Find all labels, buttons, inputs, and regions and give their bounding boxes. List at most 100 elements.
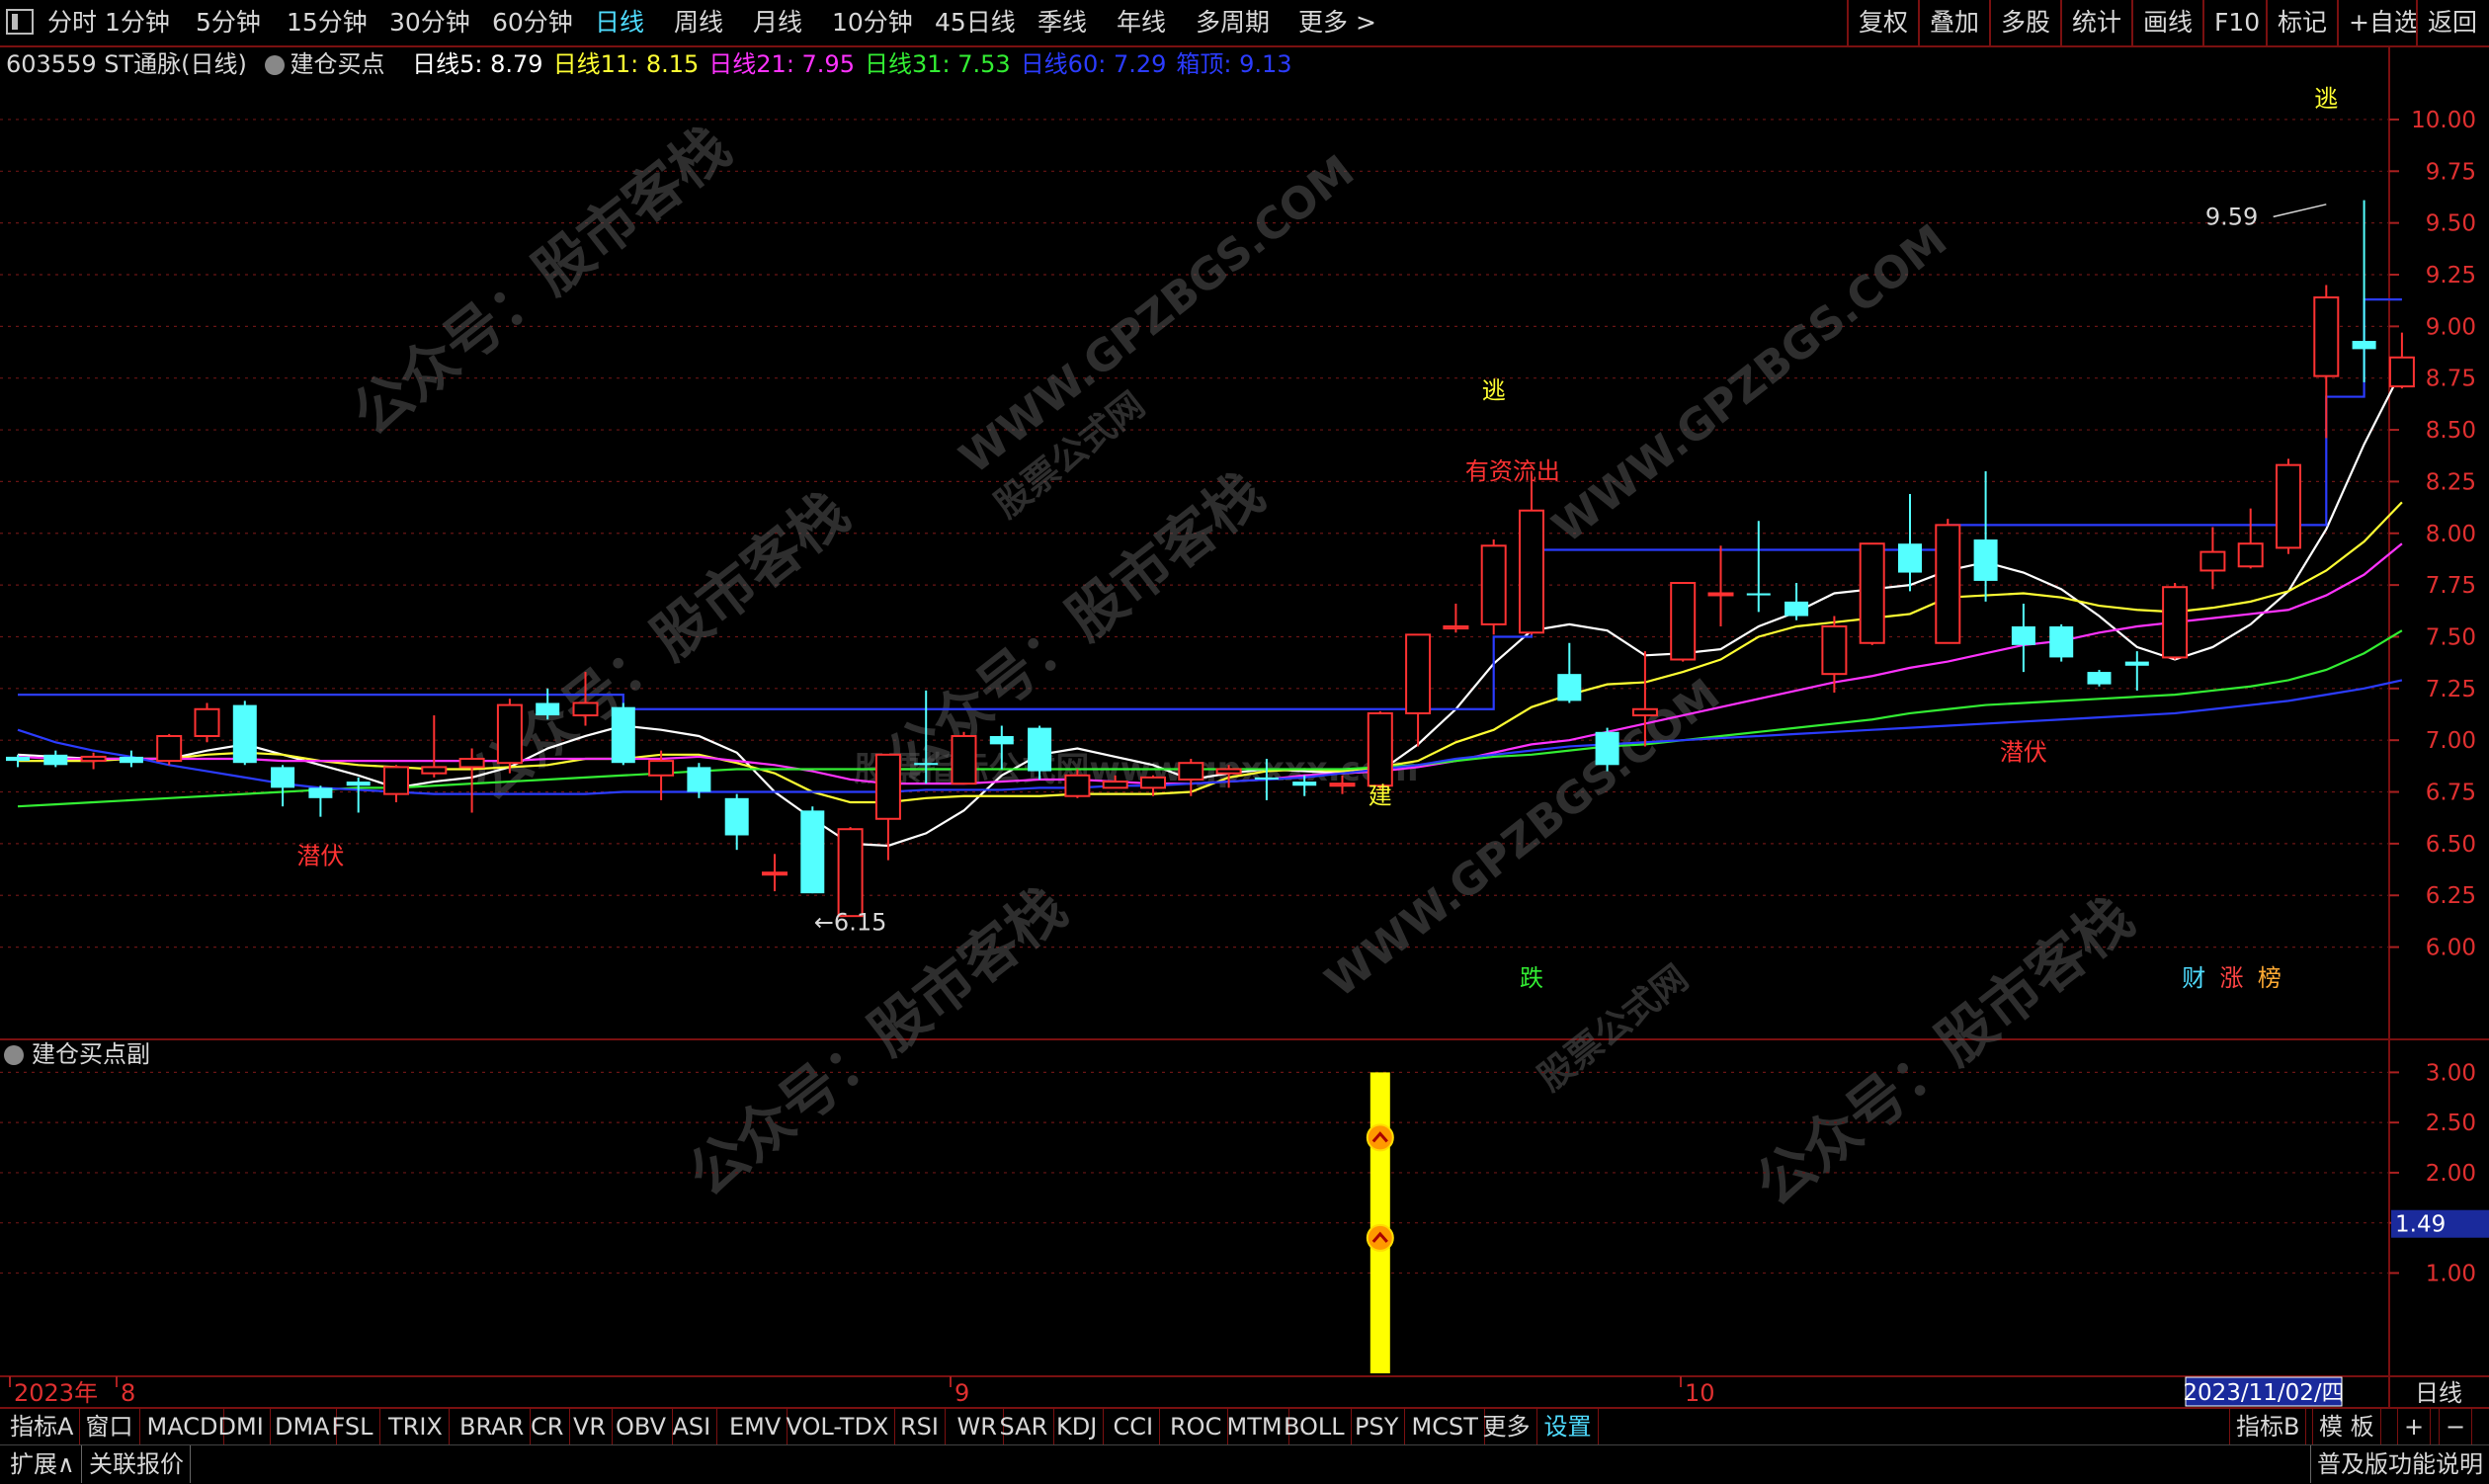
- chart-annotation: 涨: [2220, 964, 2244, 992]
- kline-chart[interactable]: 6.00 6.25 6.50 6.75 7.00 7.25 7.50 7.75 8.00 8.25…: [0, 0, 2489, 1407]
- indicator-tab[interactable]: DMI: [212, 1409, 271, 1444]
- candle-body: [2276, 463, 2301, 549]
- candle-body: [80, 755, 107, 763]
- candle-body: [271, 767, 295, 788]
- chart-annotation: 建: [1369, 783, 1392, 810]
- chart-annotation: 财: [2182, 964, 2205, 992]
- y-tick-label: 2.00: [2426, 1161, 2476, 1187]
- indicator-tab[interactable]: ASI: [667, 1409, 718, 1444]
- candle-body: [2011, 626, 2035, 645]
- y-tick-label: 6.00: [2426, 936, 2476, 961]
- indicator-tab[interactable]: CR: [525, 1409, 571, 1444]
- edition-info[interactable]: 普及版功能说明: [2310, 1445, 2489, 1483]
- candle-body: [572, 701, 599, 717]
- indicator-tab[interactable]: 窗口: [80, 1409, 140, 1444]
- candle-body: [1329, 783, 1356, 787]
- indicator-tab[interactable]: CCI: [1108, 1409, 1161, 1444]
- indicator-tab[interactable]: 设置: [1538, 1409, 1599, 1444]
- period-label: 日线: [2415, 1379, 2462, 1407]
- indicator-right-button[interactable]: 指标B: [2229, 1409, 2307, 1444]
- candle-body: [496, 703, 523, 765]
- watermark: 公众号：股市客栈: [873, 459, 1277, 794]
- y-tick-label: 7.00: [2426, 728, 2476, 754]
- candle-body: [800, 810, 825, 894]
- indicator-right-button[interactable]: −: [2439, 1409, 2473, 1444]
- indicator-tab[interactable]: ROC: [1164, 1409, 1229, 1444]
- indicator-tab[interactable]: BOLL: [1278, 1409, 1352, 1444]
- indicator-right-button[interactable]: +: [2397, 1409, 2432, 1444]
- indicator-tab[interactable]: PSY: [1349, 1409, 1406, 1444]
- candle-body: [2352, 341, 2376, 350]
- candle-body: [156, 734, 183, 763]
- x-axis-label: 10: [1685, 1379, 1715, 1407]
- candle-body: [1367, 711, 1393, 787]
- chart-annotation: 潜伏: [296, 842, 344, 869]
- indicator-tab[interactable]: 指标A: [4, 1409, 81, 1444]
- candle-body: [2237, 542, 2264, 568]
- indicator-tab[interactable]: FSL: [326, 1409, 380, 1444]
- y-tick-label: 7.25: [2426, 677, 2476, 702]
- candle-body: [346, 782, 371, 786]
- indicator-tab[interactable]: RSI: [894, 1409, 946, 1444]
- y-tick-label: 10.00: [2411, 108, 2476, 133]
- chart-annotation: 榜: [2258, 964, 2282, 992]
- candle-body: [2124, 661, 2149, 666]
- y-tick-label: 9.75: [2426, 159, 2476, 185]
- indicator-tab[interactable]: EMV: [723, 1409, 788, 1444]
- candle-body: [1140, 776, 1166, 789]
- candle-body: [1557, 674, 1582, 701]
- candle-body: [1935, 524, 1961, 644]
- expand-button[interactable]: 扩展∧: [4, 1445, 82, 1483]
- chart-annotation: ←6.15: [814, 908, 887, 936]
- related-quote-button[interactable]: 关联报价: [83, 1445, 191, 1483]
- candle-body: [43, 754, 68, 766]
- watermark: WWW.GPZBGS.COM: [951, 145, 1364, 483]
- candle-body: [1443, 625, 1469, 630]
- y-tick-label: 7.50: [2426, 624, 2476, 650]
- buy-marker: [1366, 1223, 1394, 1252]
- y-tick-label: 9.25: [2426, 263, 2476, 289]
- candle-body: [1215, 768, 1242, 775]
- chevron-down-icon: [4, 1045, 24, 1065]
- candle-body: [1254, 777, 1279, 780]
- candle-body: [1859, 542, 1885, 644]
- candle-body: [6, 756, 30, 762]
- indicator-tab[interactable]: VR: [567, 1409, 614, 1444]
- indicator-tab[interactable]: MCST: [1406, 1409, 1485, 1444]
- candle-body: [1631, 707, 1658, 717]
- indicator-tab[interactable]: BRAR: [454, 1409, 532, 1444]
- candle-body: [2162, 586, 2189, 659]
- y-tick-label: 2.50: [2426, 1111, 2476, 1136]
- candle-body: [874, 753, 901, 820]
- candle-body: [2049, 626, 2074, 658]
- candle-body: [194, 707, 220, 737]
- candle-body: [1405, 633, 1432, 714]
- indicator-tab[interactable]: 更多: [1477, 1409, 1537, 1444]
- y-tick-label: 8.50: [2426, 418, 2476, 444]
- sub-panel-title[interactable]: 建仓买点副: [4, 1039, 150, 1069]
- x-axis-label: 2023年: [14, 1379, 98, 1407]
- indicator-tab[interactable]: OBV: [610, 1409, 674, 1444]
- watermark: 公众号：股市客栈: [340, 114, 743, 449]
- indicator-tab[interactable]: SAR: [994, 1409, 1055, 1444]
- candle-body: [232, 704, 257, 764]
- chart-annotation: 跌: [1520, 964, 1543, 992]
- candle-body: [536, 702, 560, 716]
- indicator-right-button[interactable]: 模 板: [2312, 1409, 2381, 1444]
- indicator-tab[interactable]: KDJ: [1050, 1409, 1105, 1444]
- candle-body: [1480, 544, 1507, 625]
- arrow-line: [2273, 204, 2327, 218]
- candle-body: [2388, 356, 2415, 388]
- candle-body: [119, 756, 143, 764]
- indicator-tab[interactable]: TRIX: [382, 1409, 450, 1444]
- indicator-tab[interactable]: VOL-TDX: [781, 1409, 896, 1444]
- value-tag: 1.49: [2395, 1212, 2446, 1238]
- candle-body: [1821, 625, 1848, 676]
- y-tick-label: 6.75: [2426, 781, 2476, 806]
- candle-body: [1746, 593, 1771, 596]
- x-axis-label: 9: [954, 1379, 969, 1407]
- sub-panel-name: 建仓买点副: [32, 1040, 150, 1068]
- candle-body: [458, 758, 485, 769]
- candle-body: [2199, 550, 2226, 572]
- candle-body: [1973, 539, 1998, 581]
